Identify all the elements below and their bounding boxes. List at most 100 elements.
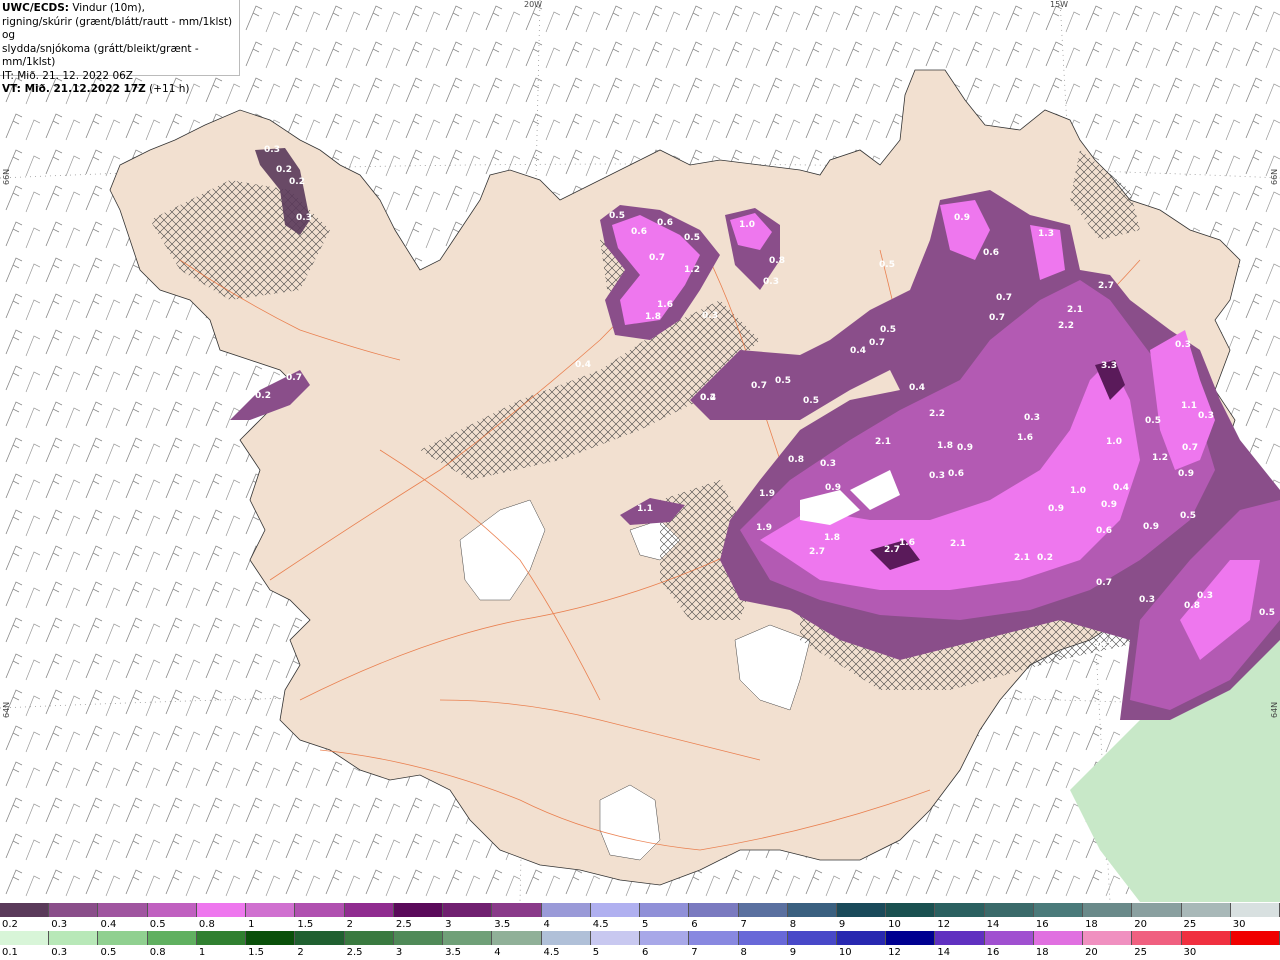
lon-label-20w: 20W [524, 0, 543, 9]
legend-label: 0.5 [100, 947, 117, 958]
legend-label: 3.5 [494, 919, 511, 930]
legend-swatch [443, 903, 493, 917]
legend-swatch [787, 903, 837, 917]
precip-value-label: 0.4 [575, 360, 591, 370]
legend-label: 4.5 [543, 947, 560, 958]
precip-value-label: 0.9 [1178, 469, 1194, 479]
precip-value-label: 0.3 [1139, 595, 1155, 605]
precip-value-label: 2.7 [1098, 281, 1114, 291]
precip-value-label: 0.7 [1096, 578, 1112, 588]
legend-label: 6 [691, 919, 698, 930]
precip-value-label: 0.3 [820, 459, 836, 469]
precip-value-label: 0.6 [631, 227, 647, 237]
precip-value-label: 1.6 [899, 538, 915, 548]
precip-value-label: 3.3 [1101, 361, 1117, 371]
legend-label: 4 [494, 947, 501, 958]
model-name: UWC/ECDS: [2, 2, 70, 14]
precip-value-label: 0.9 [954, 213, 970, 223]
lat-label-66n-right: 66N [1270, 168, 1279, 185]
legend-label: 10 [888, 919, 901, 930]
precip-value-label: 0.2 [289, 177, 305, 187]
legend-swatch [1033, 931, 1084, 945]
precip-value-label: 0.3 [1175, 340, 1191, 350]
lon-label-15w: 15W [1050, 0, 1069, 9]
precip-value-label: 0.3 [296, 213, 312, 223]
precip-value-label: 0.9 [825, 483, 841, 493]
legend-label: 25 [1183, 919, 1197, 930]
legend-swatch [1132, 931, 1182, 945]
legend-swatch [886, 931, 936, 945]
legend-label: 14 [937, 947, 951, 958]
precip-value-label: 0.2 [700, 393, 716, 403]
legend-rain-labels: 0.1 0.3 0.5 0.8 1 1.5 2 2.5 3 3.5 4 4.5 5 6 7 8 9 10 12 14 1… [0, 946, 1280, 960]
legend-snow-swatches [0, 903, 1280, 917]
legend-swatch [246, 931, 296, 945]
legend-swatch [935, 931, 985, 945]
legend-rain-swatches [0, 931, 1280, 945]
legend-label: 0.3 [51, 947, 68, 958]
precip-value-label: 2.2 [929, 409, 945, 419]
legend-swatch [147, 903, 197, 917]
precip-value-label: 0.6 [948, 469, 964, 479]
precip-value-label: 1.1 [637, 504, 653, 514]
precip-value-label: 2.7 [809, 547, 825, 557]
legend-swatch [0, 931, 50, 945]
legend-label: 0.5 [149, 919, 166, 930]
precip-value-label: 2.2 [1058, 321, 1074, 331]
legend-swatch [98, 931, 148, 945]
precip-value-label: 0.9 [1143, 522, 1159, 532]
lat-label-64n-right: 64N [1270, 701, 1279, 718]
precip-value-label: 1.8 [937, 441, 953, 451]
precip-value-label: 0.4 [850, 346, 866, 356]
precip-value-label: 1.8 [645, 312, 661, 322]
precip-value-label: 0.2 [255, 391, 271, 401]
legend-label: 9 [838, 919, 846, 930]
legend-swatch [196, 903, 247, 917]
precip-value-label: 0.8 [788, 455, 804, 465]
header-lead-time: (+11 h) [145, 83, 190, 95]
legend-swatch [590, 931, 641, 945]
precip-value-label: 1.3 [1038, 229, 1054, 239]
legend-swatch [393, 903, 444, 917]
precip-value-label: 1.0 [1070, 486, 1086, 496]
legend-swatch [344, 903, 394, 917]
precip-value-label: 0.3 [929, 471, 945, 481]
legend-label: 0.1 [2, 947, 18, 958]
precip-value-label: 0.8 [769, 256, 785, 266]
map-canvas: 0.30.20.20.3 0.50.60.60.51.00.71.20.80.31… [0, 0, 1280, 902]
header-valid-time: VT: Mið. 21.12.2022 17Z [2, 83, 146, 95]
legend-label: 18 [1085, 919, 1098, 930]
legend-swatch [787, 931, 837, 945]
precip-value-label: 0.5 [609, 211, 625, 221]
legend-swatch [147, 931, 197, 945]
legend-label: 12 [888, 947, 901, 958]
legend-swatch [935, 903, 985, 917]
header-line2: rigning/skúrir (grænt/blátt/rautt - mm/1… [2, 15, 233, 42]
legend-label: 8 [789, 919, 797, 930]
precip-value-label: 0.3 [1197, 591, 1213, 601]
header-line1: Vindur (10m), [69, 2, 145, 14]
precip-value-label: 0.5 [684, 233, 700, 243]
precip-value-label: 2.1 [1014, 553, 1030, 563]
precip-value-label: 0.5 [775, 376, 791, 386]
legend-label: 2.5 [346, 947, 363, 958]
precip-value-label: 0.6 [1096, 526, 1112, 536]
legend-swatch [443, 931, 493, 945]
legend-swatch [295, 931, 345, 945]
precip-value-label: 2.1 [875, 437, 891, 447]
legend-swatch [1230, 931, 1280, 945]
legend-label: 18 [1035, 947, 1049, 958]
legend-swatch [541, 931, 591, 945]
legend-label: 3 [445, 919, 452, 930]
precip-value-label: 2.1 [950, 539, 966, 549]
precip-value-label: 0.6 [657, 218, 673, 228]
precip-value-label: 0.5 [880, 325, 896, 335]
header-init-time: IT: Mið. 21. 12. 2022 06Z [2, 69, 133, 82]
legend-swatch [1033, 903, 1084, 917]
legend-swatch [492, 903, 542, 917]
header-line3: slydda/snjókoma (grátt/bleikt/grænt - mm… [2, 42, 199, 69]
precip-value-label: 0.7 [286, 373, 302, 383]
precip-value-label: 2.1 [1067, 305, 1083, 315]
legend-label: 16 [986, 947, 1000, 958]
legend-swatch [1132, 903, 1182, 917]
